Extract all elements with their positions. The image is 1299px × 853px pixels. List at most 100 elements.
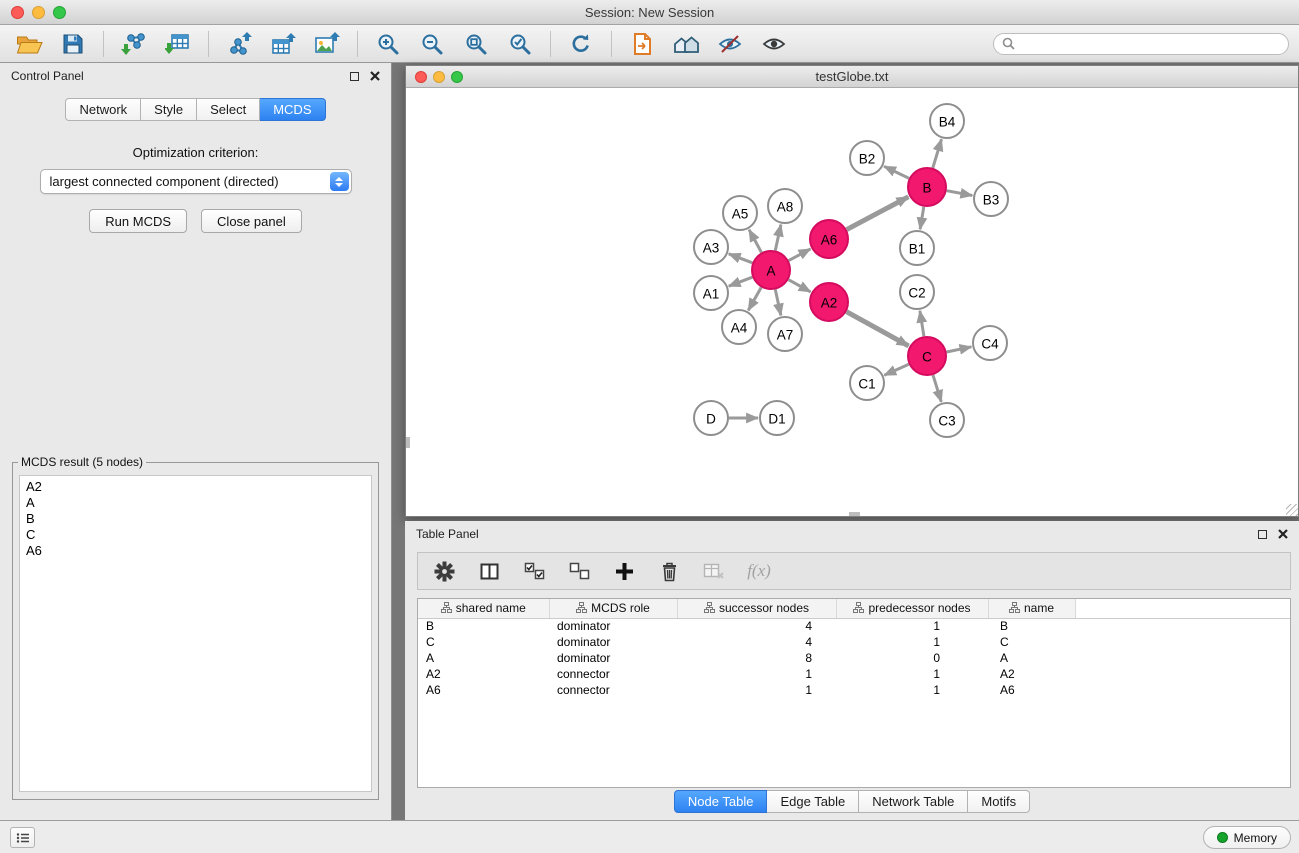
table-cell[interactable]: C [418, 634, 549, 650]
export-table-button[interactable] [264, 28, 302, 60]
table-cell[interactable]: connector [549, 682, 677, 698]
table-cell[interactable]: 1 [836, 666, 988, 682]
table-cell[interactable]: B [988, 618, 1075, 634]
graph-edge-B-B2[interactable] [884, 166, 909, 178]
table-cell[interactable]: dominator [549, 634, 677, 650]
graph-node-A7[interactable]: A7 [768, 317, 802, 351]
zoom-fit-button[interactable] [457, 28, 495, 60]
table-row-C[interactable]: Cdominator41C [418, 634, 1290, 650]
graph-edge-A6-B[interactable] [847, 197, 909, 230]
graph-node-B1[interactable]: B1 [900, 231, 934, 265]
tab-select[interactable]: Select [197, 98, 260, 121]
show-details-button[interactable] [755, 28, 793, 60]
memory-button[interactable]: Memory [1203, 826, 1291, 849]
hide-details-button[interactable] [711, 28, 749, 60]
close-panel-icon[interactable] [369, 71, 380, 82]
graph-edge-A-A8[interactable] [775, 225, 781, 251]
table-settings-button[interactable] [431, 557, 457, 585]
graph-edge-C-C1[interactable] [884, 364, 909, 375]
network-graph[interactable]: B4B2BB3B1A5A8A6A3AA1A2C2A4A7C4CC1C3DD1 [406, 89, 1298, 516]
column-header-predecessor-nodes[interactable]: predecessor nodes [836, 599, 988, 618]
table-cell[interactable]: dominator [549, 618, 677, 634]
column-header-successor-nodes[interactable]: successor nodes [677, 599, 836, 618]
column-header-name[interactable]: name [988, 599, 1075, 618]
graph-node-C[interactable]: C [908, 337, 946, 375]
table-cell[interactable]: A2 [988, 666, 1075, 682]
graph-edge-A-A3[interactable] [729, 254, 753, 263]
tab-node-table[interactable]: Node Table [674, 790, 768, 813]
delete-table-button[interactable] [701, 557, 727, 585]
zoom-out-button[interactable] [413, 28, 451, 60]
toolbar-search[interactable] [993, 33, 1289, 55]
tab-edge-table[interactable]: Edge Table [767, 790, 859, 813]
graph-node-B2[interactable]: B2 [850, 141, 884, 175]
network-minimize-button[interactable] [433, 71, 445, 83]
export-network-button[interactable] [220, 28, 258, 60]
graph-edge-B-B4[interactable] [933, 139, 942, 168]
table-cell[interactable]: 0 [836, 650, 988, 666]
network-window-titlebar[interactable]: testGlobe.txt [406, 66, 1298, 88]
table-row-A6[interactable]: A6connector11A6 [418, 682, 1290, 698]
graph-node-A6[interactable]: A6 [810, 220, 848, 258]
graph-edge-A-A7[interactable] [775, 290, 781, 316]
graph-node-B[interactable]: B [908, 168, 946, 206]
function-builder-button[interactable]: f(x) [746, 557, 772, 585]
vertical-scroll-indicator[interactable] [406, 437, 410, 448]
graph-node-A3[interactable]: A3 [694, 230, 728, 264]
show-columns-button[interactable] [476, 557, 502, 585]
add-column-button[interactable] [611, 557, 637, 585]
close-table-panel-icon[interactable] [1277, 529, 1288, 540]
tab-motifs[interactable]: Motifs [968, 790, 1030, 813]
graph-node-D[interactable]: D [694, 401, 728, 435]
result-item[interactable]: A [26, 495, 365, 511]
run-mcds-button[interactable]: Run MCDS [89, 209, 187, 233]
graph-edge-A2-C[interactable] [847, 312, 909, 346]
graph-node-C3[interactable]: C3 [930, 403, 964, 437]
graph-node-B4[interactable]: B4 [930, 104, 964, 138]
graph-node-D1[interactable]: D1 [760, 401, 794, 435]
tab-network[interactable]: Network [65, 98, 141, 121]
table-cell[interactable]: 4 [677, 618, 836, 634]
table-cell[interactable]: dominator [549, 650, 677, 666]
table-row-A2[interactable]: A2connector11A2 [418, 666, 1290, 682]
deselect-all-button[interactable] [566, 557, 592, 585]
table-row-A[interactable]: Adominator80A [418, 650, 1290, 666]
graph-node-A5[interactable]: A5 [723, 196, 757, 230]
window-resize-grip[interactable] [1286, 504, 1298, 516]
table-cell[interactable]: 1 [677, 682, 836, 698]
graph-node-C2[interactable]: C2 [900, 275, 934, 309]
graph-node-A2[interactable]: A2 [810, 283, 848, 321]
table-cell[interactable]: 1 [836, 634, 988, 650]
apply-layout-button[interactable] [562, 28, 600, 60]
import-table-button[interactable] [159, 28, 197, 60]
network-view-window[interactable]: testGlobe.txt B4B2BB3B1A5A8A6A3AA1A2C2A4… [405, 65, 1299, 517]
zoom-selected-button[interactable] [501, 28, 539, 60]
table-cell[interactable]: A6 [418, 682, 549, 698]
zoom-in-button[interactable] [369, 28, 407, 60]
graph-node-C4[interactable]: C4 [973, 326, 1007, 360]
network-close-button[interactable] [415, 71, 427, 83]
graph-edge-A-A4[interactable] [748, 287, 761, 310]
table-row-B[interactable]: Bdominator41B [418, 618, 1290, 634]
task-history-button[interactable] [10, 827, 35, 848]
graph-edge-A-A1[interactable] [729, 277, 753, 286]
table-cell[interactable]: B [418, 618, 549, 634]
close-window-button[interactable] [11, 6, 24, 19]
float-table-panel-icon[interactable] [1258, 530, 1267, 539]
graph-node-A4[interactable]: A4 [722, 310, 756, 344]
select-all-button[interactable] [521, 557, 547, 585]
graph-edge-A-A5[interactable] [749, 230, 761, 253]
minimize-window-button[interactable] [32, 6, 45, 19]
graph-edge-B-B3[interactable] [947, 191, 973, 196]
tab-style[interactable]: Style [141, 98, 197, 121]
network-canvas[interactable]: B4B2BB3B1A5A8A6A3AA1A2C2A4A7C4CC1C3DD1 [406, 89, 1298, 516]
maximize-window-button[interactable] [53, 6, 66, 19]
graph-node-B3[interactable]: B3 [974, 182, 1008, 216]
network-maximize-button[interactable] [451, 71, 463, 83]
table-cell[interactable]: A [418, 650, 549, 666]
table-cell[interactable]: A2 [418, 666, 549, 682]
graph-node-A[interactable]: A [752, 251, 790, 289]
graph-edge-C-C2[interactable] [920, 311, 924, 336]
result-item[interactable]: A6 [26, 543, 365, 559]
table-cell[interactable]: 4 [677, 634, 836, 650]
